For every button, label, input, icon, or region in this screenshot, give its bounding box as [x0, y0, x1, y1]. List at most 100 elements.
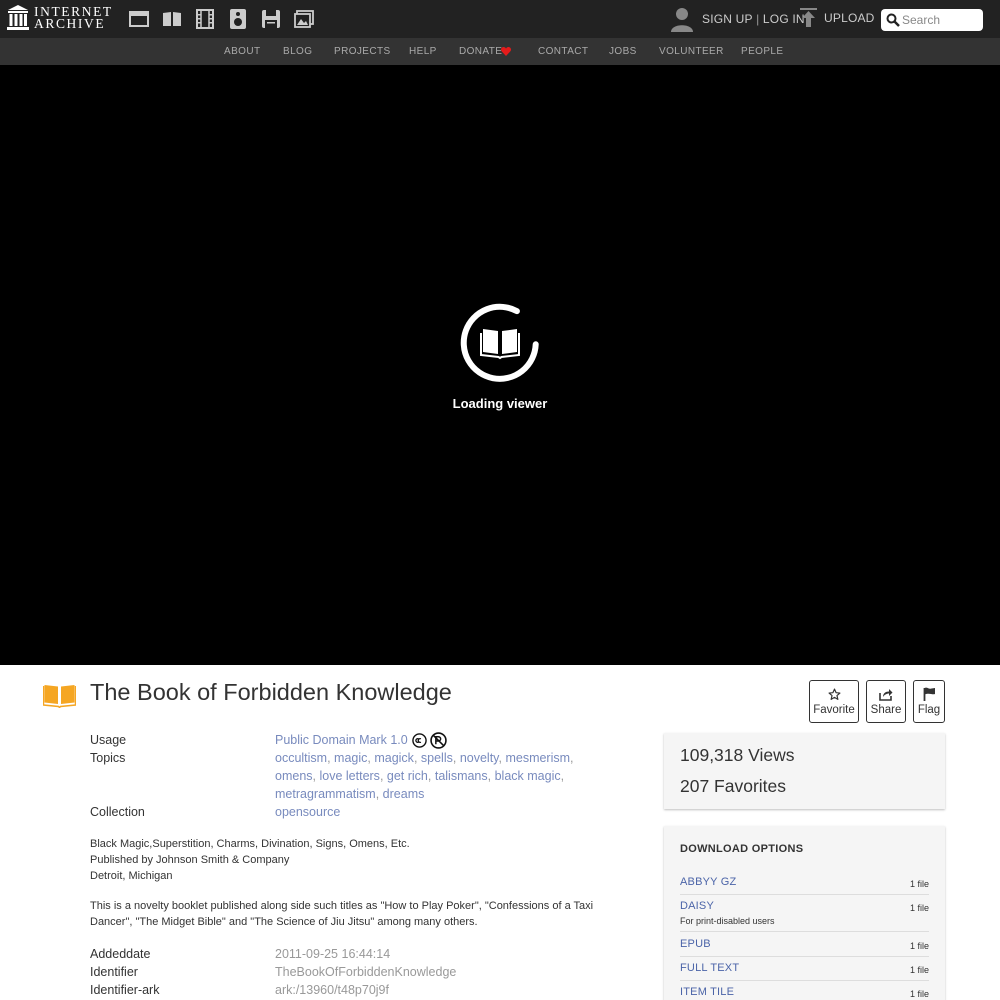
download-format-link[interactable]: FULL TEXT	[680, 962, 739, 974]
description-block: Black Magic,Superstition, Charms, Divina…	[90, 836, 630, 884]
topic-link[interactable]: get rich	[387, 769, 428, 783]
collection-value: opensource	[275, 803, 340, 821]
search-input[interactable]	[902, 11, 980, 29]
download-format-note: For print-disabled users	[680, 916, 775, 926]
favorites-count: 207 Favorites	[680, 776, 787, 796]
description-line: This is a novelty booklet published alon…	[90, 900, 594, 912]
public-domain-link[interactable]: Public Domain Mark 1.0	[275, 731, 408, 749]
share-label: Share	[870, 703, 902, 716]
views-count: 109,318 Views	[680, 745, 795, 765]
download-file-count[interactable]: 1 file	[910, 879, 929, 889]
upload-icon	[800, 8, 817, 27]
nav-bar: ABOUT BLOG PROJECTS HELP DONATE CONTACT …	[0, 38, 1000, 65]
download-format-link[interactable]: DAISY	[680, 900, 714, 912]
sign-up-link[interactable]: SIGN UP	[702, 12, 753, 26]
download-file-count[interactable]: 1 file	[910, 941, 929, 951]
nav-blog[interactable]: BLOG	[283, 46, 312, 57]
addeddate-label: Addeddate	[90, 947, 151, 961]
item-title: The Book of Forbidden Knowledge	[90, 679, 452, 705]
download-file-count[interactable]: 1 file	[910, 903, 929, 913]
loading-spinner-icon	[460, 303, 539, 382]
share-icon	[879, 688, 893, 701]
archive-building-icon	[7, 5, 29, 30]
description-line: Published by Johnson Smith & Company	[90, 854, 290, 866]
internet-archive-logo[interactable]: INTERNET ARCHIVE	[7, 5, 113, 31]
topic-link[interactable]: novelty	[460, 751, 499, 765]
nav-volunteer[interactable]: VOLUNTEER	[659, 46, 724, 57]
download-option-row: DAISY For print-disabled users 1 file	[680, 900, 929, 932]
upload-label: UPLOAD	[824, 10, 875, 25]
identifier-value: TheBookOfForbiddenKnowledge	[275, 965, 457, 979]
identifier-ark-label: Identifier-ark	[90, 983, 160, 997]
topic-link[interactable]: black magic	[495, 769, 561, 783]
collection-link[interactable]: opensource	[275, 805, 340, 819]
download-format-link[interactable]: EPUB	[680, 938, 711, 950]
description-line: Dancer", "The Midget Bible" and "The Sci…	[90, 916, 478, 928]
user-avatar-icon[interactable]	[670, 6, 694, 32]
nav-donate[interactable]: DONATE	[459, 46, 502, 57]
topic-link[interactable]: magick	[374, 751, 414, 765]
stats-box: 109,318 Views 207 Favorites	[664, 733, 945, 809]
identifier-label: Identifier	[90, 965, 138, 979]
auth-separator: |	[752, 12, 763, 26]
software-icon[interactable]	[260, 8, 282, 30]
download-file-count[interactable]: 1 file	[910, 989, 929, 999]
description-line: Black Magic,Superstition, Charms, Divina…	[90, 838, 410, 850]
logo-line-2: ARCHIVE	[34, 16, 106, 31]
nav-about[interactable]: ABOUT	[224, 46, 260, 57]
identifier-ark-value: ark:/13960/t48p70j9f	[275, 983, 389, 997]
flag-button[interactable]: Flag	[913, 680, 945, 723]
download-format-link[interactable]: ITEM TILE	[680, 986, 734, 998]
flag-label: Flag	[917, 704, 941, 716]
log-in-link[interactable]: LOG IN	[763, 12, 805, 26]
nav-projects[interactable]: PROJECTS	[334, 46, 391, 57]
topic-link[interactable]: spells	[421, 751, 453, 765]
topic-link[interactable]: omens	[275, 769, 313, 783]
download-option-row: ABBYY GZ 1 file	[680, 876, 929, 895]
nav-jobs[interactable]: JOBS	[609, 46, 637, 57]
video-icon[interactable]	[194, 8, 216, 30]
topic-link[interactable]: talismans	[435, 769, 488, 783]
search-box	[881, 9, 983, 31]
topic-link[interactable]: dreams	[383, 787, 425, 801]
description-paragraph: This is a novelty booklet published alon…	[90, 898, 630, 930]
heart-icon	[501, 47, 511, 56]
cc-icon[interactable]	[411, 732, 427, 748]
share-button[interactable]: Share	[866, 680, 906, 723]
collection-label: Collection	[90, 805, 145, 819]
nav-help[interactable]: HELP	[409, 46, 437, 57]
loading-text: Loading viewer	[452, 396, 548, 411]
open-book-icon	[480, 329, 520, 360]
download-option-row: FULL TEXT 1 file	[680, 962, 929, 981]
book-viewer[interactable]: Loading viewer	[0, 65, 1000, 665]
download-option-row: ITEM TILE 1 file	[680, 986, 929, 1000]
download-file-count[interactable]: 1 file	[910, 965, 929, 975]
usage-value-row: Public Domain Mark 1.0	[275, 731, 447, 749]
nav-people[interactable]: PEOPLE	[741, 46, 783, 57]
nav-contact[interactable]: CONTACT	[538, 46, 588, 57]
user-area: SIGN UP | LOG IN	[670, 6, 805, 32]
media-type-icons	[128, 8, 326, 30]
download-format-link[interactable]: ABBYY GZ	[680, 876, 736, 888]
favorite-button[interactable]: Favorite	[809, 680, 859, 723]
topic-link[interactable]: metragrammatism	[275, 787, 376, 801]
download-options-title: DOWNLOAD OPTIONS	[680, 843, 804, 855]
audio-icon[interactable]	[227, 8, 249, 30]
flag-icon	[923, 687, 935, 701]
topic-link[interactable]: occultism	[275, 751, 327, 765]
star-icon	[827, 687, 841, 700]
public-domain-icon[interactable]	[429, 731, 447, 749]
web-icon[interactable]	[128, 8, 150, 30]
logo-wordmark: INTERNET ARCHIVE	[34, 5, 113, 31]
download-options-box: DOWNLOAD OPTIONS ABBYY GZ 1 file DAISY F…	[664, 826, 945, 1000]
topics-label: Topics	[90, 751, 126, 765]
images-icon[interactable]	[293, 8, 315, 30]
description-line: Detroit, Michigan	[90, 870, 173, 882]
search-icon[interactable]	[886, 13, 900, 27]
texts-book-icon	[43, 685, 76, 708]
topic-link[interactable]: mesmerism	[505, 751, 570, 765]
texts-icon[interactable]	[161, 8, 183, 30]
topic-link[interactable]: love letters	[319, 769, 379, 783]
topic-link[interactable]: magic	[334, 751, 367, 765]
upload-button[interactable]: UPLOAD	[800, 8, 875, 27]
